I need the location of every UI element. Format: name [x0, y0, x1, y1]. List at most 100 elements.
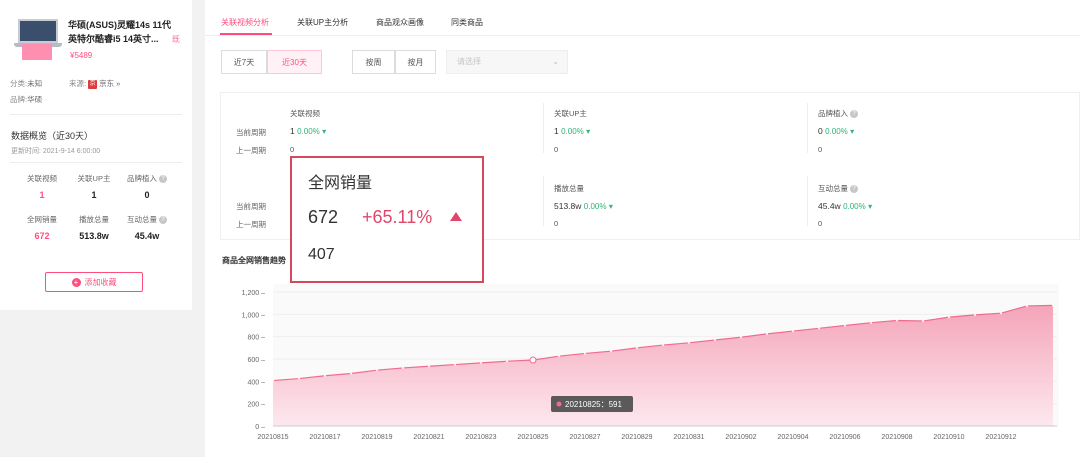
x-tick-label: 20210817 [309, 434, 340, 441]
tab-related-ups[interactable]: 关联UP主分析 [297, 17, 348, 28]
metric-prev-ups: 0 [554, 145, 559, 154]
x-tick-label: 20210823 [465, 434, 496, 441]
source-label: 来源: [69, 79, 87, 88]
data-point [271, 379, 275, 382]
jd-icon: 京 [88, 79, 98, 89]
current-period-label: 当前周期 [236, 202, 266, 211]
arrow-down-icon: ▾ [608, 202, 613, 211]
metric-label-ups: 关联UP主 [554, 109, 587, 118]
y-tick-label: 400 – [247, 379, 265, 386]
arrow-down-icon: ▾ [850, 127, 855, 136]
help-icon[interactable]: ? [850, 185, 858, 194]
update-time: 更新时间: 2021-9-14 6:00:00 [11, 148, 101, 155]
data-point [375, 368, 379, 372]
chart-title: 商品全网销售趋势 [222, 256, 286, 265]
help-icon[interactable]: ? [850, 110, 858, 119]
metric-label-plays: 播放总量 [554, 184, 584, 193]
metric-value-plays: 513.8w 0.00% ▾ [554, 201, 613, 211]
range-7-days-button[interactable]: 近7天 [221, 50, 267, 74]
tab-audience[interactable]: 商品观众画像 [376, 17, 424, 28]
stat-label-videos: 关联视频 [27, 174, 57, 183]
data-point [895, 319, 899, 322]
data-point [947, 315, 951, 319]
help-icon[interactable]: ? [159, 216, 167, 225]
highlight-point [529, 356, 537, 364]
by-week-button[interactable]: 按周 [352, 50, 395, 74]
data-point [505, 360, 509, 363]
product-thumbnail[interactable] [12, 16, 62, 60]
tab-similar-products[interactable]: 同类商品 [451, 17, 483, 28]
previous-period-label: 上一周期 [236, 146, 266, 155]
divider [807, 176, 808, 226]
stat-value-brand: 0 [144, 190, 150, 200]
help-icon[interactable]: ? [159, 175, 167, 184]
data-point [921, 319, 925, 323]
add-favorite-button[interactable]: + 添加收藏 [45, 272, 143, 292]
source-link[interactable]: 京东 » [99, 79, 120, 88]
overview-title: 数据概览（近30天） [11, 131, 94, 141]
divider [10, 114, 182, 115]
thumbnail-overlay [22, 44, 52, 60]
metric-pct-interactions: 0.00% [843, 202, 866, 211]
stat-value-ups: 1 [91, 190, 97, 200]
data-point [739, 336, 743, 339]
x-tick-label: 20210825 [517, 434, 548, 441]
stat-label-ups: 关联UP主 [77, 174, 111, 183]
source-meta: 来源: 京京东 » [69, 78, 120, 89]
x-tick-label: 20210906 [829, 434, 860, 441]
sales-trend-chart[interactable]: 0 – 200 – 400 – 600 – 800 – 1,000 – 1,200 – 202… [205, 270, 1080, 457]
range-30-days-button[interactable]: 近30天 [267, 50, 322, 74]
tooltip-series-dot [556, 401, 562, 407]
select-placeholder: 请选择 [457, 57, 481, 66]
brand-value: 华硕 [27, 95, 43, 104]
tab-related-videos[interactable]: 关联视频分析 [221, 17, 269, 28]
data-point [999, 312, 1003, 315]
metric-prev-videos: 0 [290, 145, 295, 154]
stat-value-interactions: 45.4w [134, 231, 160, 241]
product-price: ¥5489 [70, 51, 93, 60]
tabs-divider [205, 35, 1080, 36]
metric-label-videos: 关联视频 [290, 109, 320, 118]
data-point [1051, 304, 1055, 307]
sales-card-title: 全网销量 [308, 175, 373, 192]
brand-label: 品牌: [10, 95, 28, 104]
product-title[interactable]: 华硕(ASUS)灵耀14s 11代英特尔酷睿i5 14英寸... [68, 18, 174, 46]
arrow-down-icon: ▾ [586, 127, 591, 136]
active-tab-indicator [220, 33, 272, 35]
y-tick-label: 800 – [247, 335, 265, 342]
metric-pct-ups: 0.00% [561, 127, 584, 136]
metric-pct-videos: 0.00% [297, 127, 320, 136]
sales-card-change: +65.11% [362, 207, 433, 227]
data-point [349, 372, 353, 375]
x-tick-label: 20210904 [777, 434, 808, 441]
data-point [583, 352, 587, 355]
x-tick-label: 20210902 [725, 434, 756, 441]
category-value: 未知 [27, 79, 43, 88]
sales-card-previous: 407 [308, 246, 335, 263]
metric-value-interactions: 45.4w 0.00% ▾ [818, 201, 873, 211]
x-tick-label: 20210827 [569, 434, 600, 441]
data-point [609, 349, 613, 353]
period-select[interactable]: 请选择 ⌄ [446, 50, 568, 74]
by-month-button[interactable]: 按月 [395, 50, 436, 74]
x-tick-label: 20210910 [933, 434, 964, 441]
metric-pct-brand: 0.00% [825, 127, 848, 136]
chart-tooltip-label: 20210825：591 [565, 400, 622, 409]
category-meta: 分类:未知 [10, 78, 42, 89]
stat-value-sales: 672 [34, 231, 50, 241]
left-panel-background [0, 310, 205, 457]
brand-meta: 品牌:华硕 [10, 94, 42, 105]
product-tag: 既 [172, 35, 180, 44]
arrow-up-icon [450, 212, 462, 221]
data-point [817, 327, 821, 330]
x-tick-label: 20210908 [881, 434, 912, 441]
stat-label-brand: 品牌植入? [120, 173, 174, 184]
x-tick-label: 20210821 [413, 434, 444, 441]
data-point [479, 361, 483, 365]
data-point [297, 377, 301, 380]
metric-label-brand: 品牌植入? [818, 108, 858, 119]
data-point [791, 329, 795, 333]
x-tick-label: 20210831 [673, 434, 704, 441]
data-point [765, 332, 769, 336]
stat-value-plays: 513.8w [79, 231, 109, 241]
